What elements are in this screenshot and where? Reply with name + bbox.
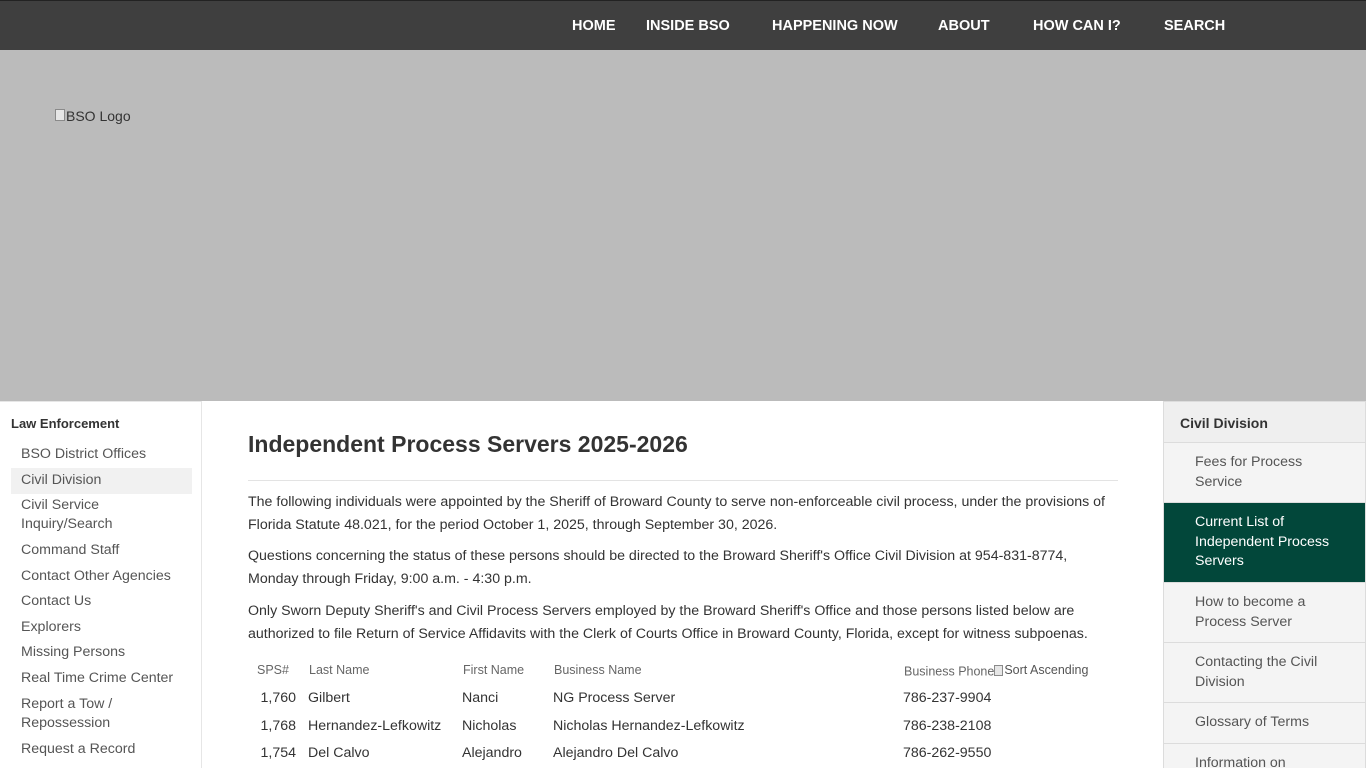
left-sidebar-heading: Law Enforcement: [11, 416, 120, 431]
column-header-last-name[interactable]: Last Name: [309, 663, 369, 677]
nav-about[interactable]: ABOUT: [938, 18, 990, 34]
questions-paragraph: Questions concerning the status of these…: [248, 548, 1068, 587]
link-current-list-process-servers[interactable]: Current List of Independent Process Serv…: [1163, 503, 1366, 583]
authorization-paragraph: Only Sworn Deputy Sheriff's and Civil Pr…: [248, 603, 1088, 642]
row-2-last-name: Hernandez-Lefkowitz: [308, 718, 442, 734]
broken-image-icon: [994, 664, 1004, 676]
column-header-sps[interactable]: SPS#: [257, 663, 289, 677]
nav-how-can-i[interactable]: HOW CAN I?: [1033, 18, 1121, 34]
nav-inside-bso[interactable]: INSIDE BSO: [646, 18, 730, 34]
sidebar-item-explorers[interactable]: Explorers: [11, 618, 192, 637]
top-navigation: HOME INSIDE BSO HAPPENING NOW ABOUT HOW …: [0, 0, 1366, 50]
row-3-business-name: Alejandro Del Calvo: [553, 745, 679, 761]
column-header-business-phone[interactable]: Business Phone Sort Ascending: [904, 663, 1088, 679]
nav-search[interactable]: SEARCH: [1164, 18, 1225, 34]
sidebar-item-report-tow[interactable]: Report a Tow / Repossession: [11, 695, 192, 733]
business-phone-label: Business Phone: [904, 664, 995, 679]
bso-logo[interactable]: BSO Logo: [55, 108, 131, 124]
column-header-first-name[interactable]: First Name: [463, 663, 524, 677]
hero-banner: BSO Logo: [0, 50, 1366, 401]
row-2-business-name: Nicholas Hernandez-Lefkowitz: [553, 718, 745, 734]
row-1-business-name: NG Process Server: [553, 690, 676, 706]
row-1-first-name: Nanci: [462, 690, 499, 706]
row-2-first-name: Nicholas: [462, 718, 517, 734]
row-1-last-name: Gilbert: [308, 690, 350, 706]
broken-image-icon: [55, 109, 65, 121]
link-glossary-of-terms[interactable]: Glossary of Terms: [1163, 703, 1366, 744]
link-how-to-become-process-server[interactable]: How to become a Process Server: [1163, 583, 1366, 643]
sidebar-item-real-time-crime-center[interactable]: Real Time Crime Center: [11, 669, 192, 688]
row-2-phone: 786-238-2108: [903, 718, 992, 734]
sort-alt-text: Sort Ascending: [1004, 663, 1089, 677]
sidebar-item-command-staff[interactable]: Command Staff: [11, 541, 192, 560]
row-3-last-name: Del Calvo: [308, 745, 370, 761]
right-sidebar: Civil Division Fees for Process Service …: [1163, 401, 1366, 768]
sidebar-item-contact-other-agencies[interactable]: Contact Other Agencies: [11, 567, 192, 586]
page-title: Independent Process Servers 2025-2026: [248, 431, 688, 457]
nav-home[interactable]: HOME: [572, 18, 616, 34]
sidebar-item-civil-division[interactable]: Civil Division: [11, 468, 192, 494]
sidebar-item-request-record[interactable]: Request a Record: [11, 740, 192, 759]
link-contacting-civil-division[interactable]: Contacting the Civil Division: [1163, 643, 1366, 703]
row-1-phone: 786-237-9904: [903, 690, 992, 706]
sidebar-item-civil-service-inquiry[interactable]: Civil Service Inquiry/Search: [11, 496, 192, 534]
link-fees-for-process-service[interactable]: Fees for Process Service: [1163, 443, 1366, 503]
link-information-on[interactable]: Information on: [1163, 744, 1366, 768]
right-sidebar-title: Civil Division: [1163, 401, 1366, 443]
sidebar-item-contact-us[interactable]: Contact Us: [11, 592, 192, 611]
left-sidebar: Law Enforcement BSO District Offices Civ…: [0, 401, 202, 768]
sort-ascending-icon[interactable]: Sort Ascending: [994, 663, 1088, 677]
row-3-first-name: Alejandro: [462, 745, 522, 761]
title-divider: [248, 480, 1118, 481]
nav-happening-now[interactable]: HAPPENING NOW: [772, 18, 898, 34]
sidebar-item-bso-district-offices[interactable]: BSO District Offices: [11, 445, 192, 464]
intro-paragraph: The following individuals were appointed…: [248, 494, 1105, 533]
row-1-sps: 1,760: [260, 690, 296, 706]
sidebar-item-missing-persons[interactable]: Missing Persons: [11, 643, 192, 662]
row-3-sps: 1,754: [260, 745, 296, 761]
logo-alt-text: BSO Logo: [66, 108, 131, 124]
row-2-sps: 1,768: [260, 718, 296, 734]
row-3-phone: 786-262-9550: [903, 745, 992, 761]
column-header-business-name[interactable]: Business Name: [554, 663, 642, 677]
